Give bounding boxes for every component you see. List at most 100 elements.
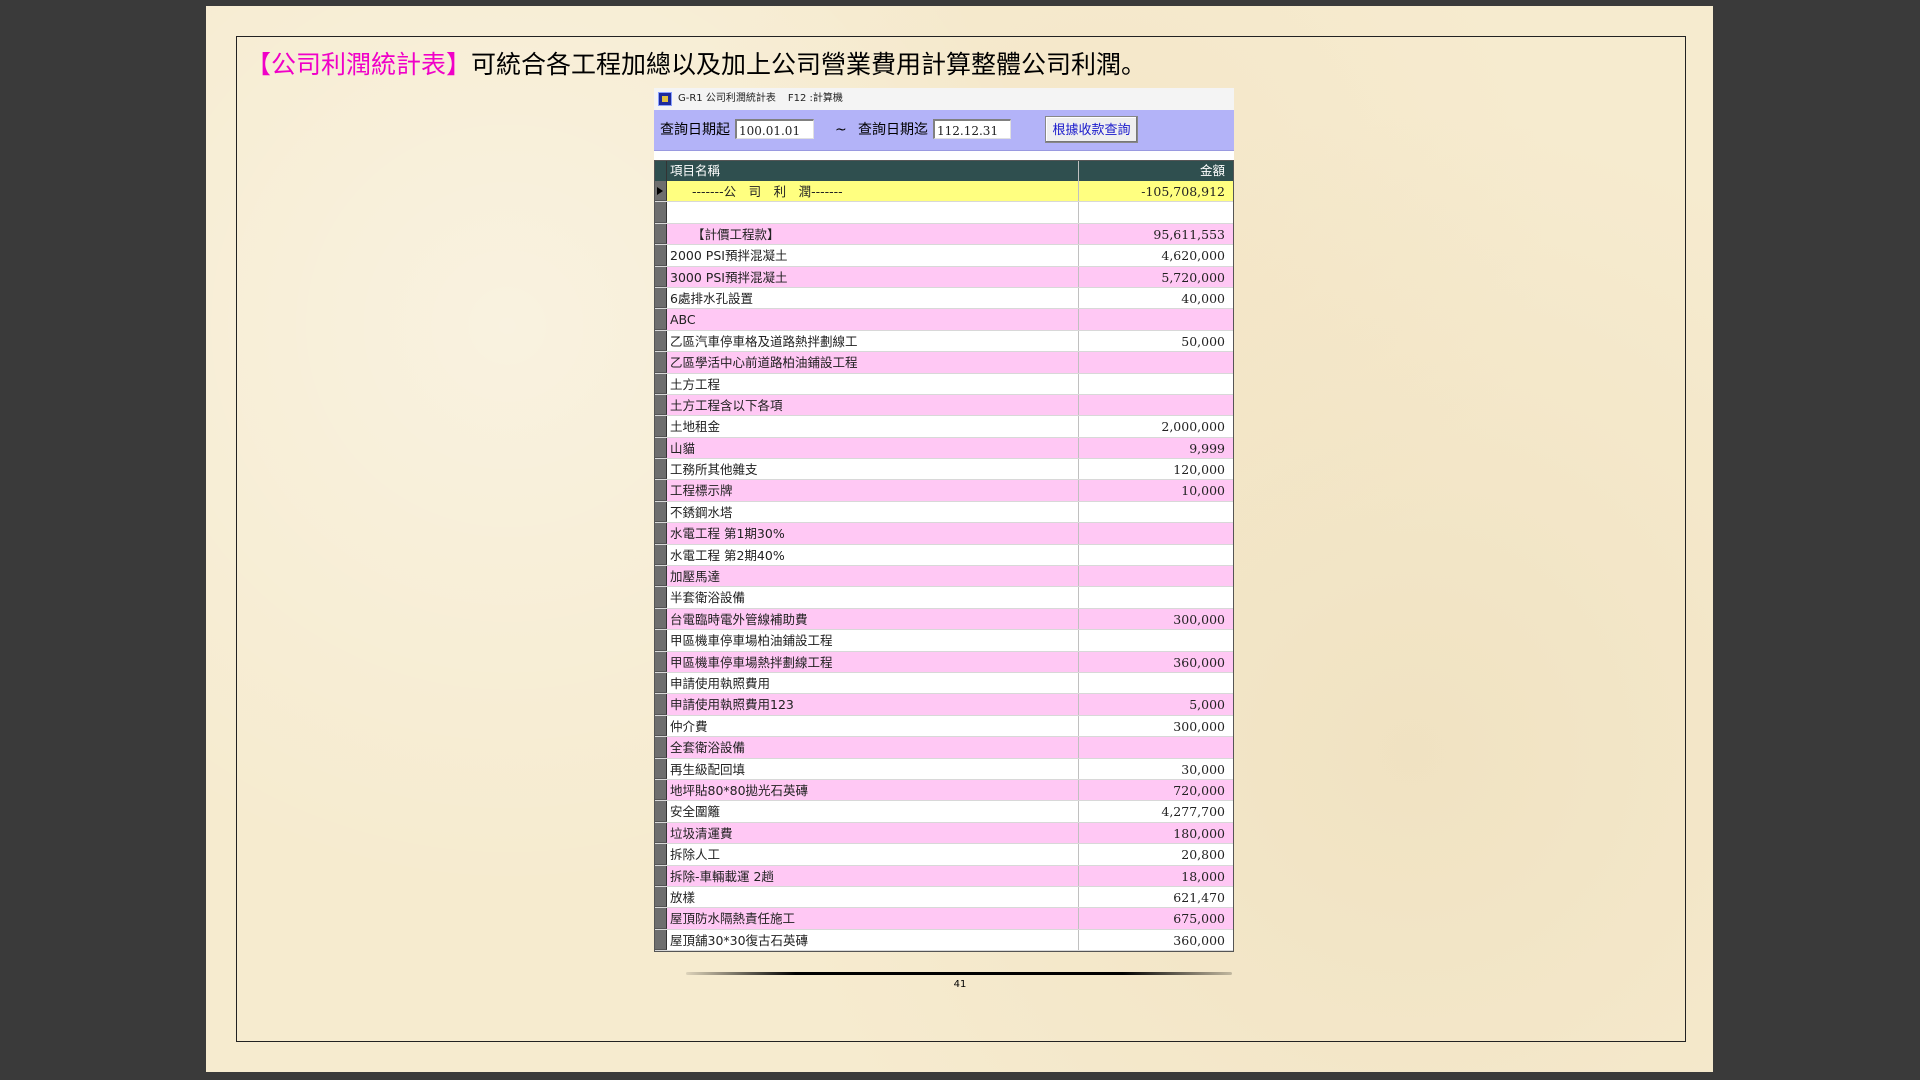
table-row[interactable]: 再生級配回填 30,000 [655,758,1233,780]
item-name-cell[interactable]: 3000 PSI預拌混凝土 [667,266,1079,287]
table-row[interactable]: 台電臨時電外管線補助費 300,000 [655,608,1233,631]
row-selector[interactable] [655,287,667,309]
amount-cell[interactable]: 50,000 [1079,331,1229,351]
current-row-indicator-icon[interactable] [655,181,667,202]
row-selector[interactable] [655,437,667,459]
item-name-cell[interactable]: 乙區汽車停車格及道路熱拌劃線工 [667,330,1079,352]
amount-cell[interactable]: 18,000 [1079,866,1229,886]
table-row[interactable] [655,202,1233,224]
row-selector[interactable] [655,245,667,266]
item-name-cell[interactable]: 山貓 [667,437,1079,459]
amount-cell[interactable] [1079,502,1229,522]
row-selector[interactable] [655,694,667,715]
item-name-cell[interactable]: 不銹鋼水塔 [667,501,1079,523]
row-selector[interactable] [655,330,667,352]
item-name-cell[interactable]: 甲區機車停車場柏油鋪設工程 [667,630,1079,651]
row-selector[interactable] [655,202,667,223]
item-name-cell[interactable]: 【計價工程款】 [667,223,1079,245]
amount-cell[interactable]: 300,000 [1079,609,1229,629]
table-row[interactable]: 土方工程含以下各項 [655,394,1233,417]
amount-cell[interactable]: 4,277,700 [1079,801,1229,821]
amount-cell[interactable]: 621,470 [1079,887,1229,907]
row-selector[interactable] [655,587,667,608]
amount-cell[interactable]: 675,000 [1079,908,1229,928]
amount-cell[interactable]: 10,000 [1079,480,1229,500]
row-selector[interactable] [655,672,667,694]
item-name-cell[interactable]: 拆除-車輛載運 2趟 [667,865,1079,886]
table-row[interactable]: 乙區汽車停車格及道路熱拌劃線工 50,000 [655,330,1233,353]
table-row[interactable]: 水電工程 第2期40% [655,544,1233,567]
item-name-cell[interactable]: 水電工程 第2期40% [667,544,1079,566]
row-selector[interactable] [655,779,667,801]
row-selector[interactable] [655,822,667,844]
row-selector[interactable] [655,266,667,287]
table-row[interactable]: 甲區機車停車場柏油鋪設工程 [655,630,1233,652]
item-name-cell[interactable]: 土方工程 [667,373,1079,394]
row-selector[interactable] [655,223,667,245]
item-name-cell[interactable]: 地坪貼80*80拋光石英磚 [667,779,1079,801]
amount-cell[interactable] [1079,374,1229,394]
amount-cell[interactable]: 2,000,000 [1079,416,1229,436]
table-row[interactable]: ABC [655,309,1233,331]
item-name-cell[interactable]: 台電臨時電外管線補助費 [667,608,1079,630]
table-row[interactable]: 水電工程 第1期30% [655,523,1233,545]
amount-cell[interactable]: 5,720,000 [1079,267,1229,287]
amount-cell[interactable] [1079,395,1229,415]
amount-cell[interactable]: 20,800 [1079,844,1229,864]
item-name-cell[interactable]: 甲區機車停車場熱拌劃線工程 [667,651,1079,672]
column-header-name[interactable]: 項目名稱 [667,161,1079,181]
table-row[interactable]: 工程標示牌 10,000 [655,480,1233,502]
amount-cell[interactable] [1079,202,1229,222]
row-selector[interactable] [655,566,667,587]
amount-cell[interactable]: 720,000 [1079,780,1229,800]
item-name-cell[interactable]: 申請使用執照費用 [667,672,1079,694]
amount-cell[interactable]: 120,000 [1079,459,1229,479]
table-row[interactable]: -------公 司 利 潤------- -105,708,912 [655,181,1233,203]
amount-cell[interactable] [1079,630,1229,650]
table-row[interactable]: 土方工程 [655,373,1233,395]
row-selector[interactable] [655,908,667,929]
amount-cell[interactable]: 300,000 [1079,716,1229,736]
item-name-cell[interactable]: 申請使用執照費用123 [667,694,1079,715]
amount-cell[interactable]: 360,000 [1079,652,1229,672]
table-row[interactable]: 仲介費 300,000 [655,715,1233,738]
item-name-cell[interactable]: 工務所其他雜支 [667,459,1079,480]
item-name-cell[interactable]: 屋頂防水隔熱責任施工 [667,908,1079,929]
table-row[interactable]: 放樣 621,470 [655,886,1233,909]
item-name-cell[interactable]: 屋頂舖30*30復古石英磚 [667,929,1079,951]
row-selector[interactable] [655,523,667,544]
table-row[interactable]: 申請使用執照費用123 5,000 [655,694,1233,716]
amount-cell[interactable]: 40,000 [1079,288,1229,308]
table-row[interactable]: 土地租金 2,000,000 [655,416,1233,438]
table-row[interactable]: 乙區學活中心前道路柏油鋪設工程 [655,352,1233,374]
item-name-cell[interactable]: 半套衛浴設備 [667,587,1079,608]
table-row[interactable]: 6處排水孔設置 40,000 [655,287,1233,310]
item-name-cell[interactable]: 仲介費 [667,715,1079,737]
item-name-cell[interactable]: ABC [667,309,1079,330]
row-selector[interactable] [655,309,667,330]
amount-cell[interactable]: 5,000 [1079,694,1229,714]
amount-cell[interactable] [1079,352,1229,372]
item-name-cell[interactable]: 全套衛浴設備 [667,737,1079,758]
table-row[interactable]: 全套衛浴設備 [655,737,1233,759]
row-selector[interactable] [655,929,667,951]
table-row[interactable]: 拆除人工 20,800 [655,844,1233,866]
row-selector[interactable] [655,737,667,758]
amount-cell[interactable]: 4,620,000 [1079,245,1229,265]
item-name-cell[interactable] [667,202,1079,223]
amount-cell[interactable]: 360,000 [1079,930,1229,950]
amount-cell[interactable]: 9,999 [1079,438,1229,458]
table-row[interactable]: 加壓馬達 [655,566,1233,588]
item-name-cell[interactable]: 垃圾清運費 [667,822,1079,844]
item-name-cell[interactable]: 土方工程含以下各項 [667,394,1079,416]
query-by-receipt-button[interactable]: 根據收款查詢 [1045,116,1138,143]
amount-cell[interactable] [1079,673,1229,693]
table-row[interactable]: 屋頂舖30*30復古石英磚 360,000 [655,929,1233,952]
row-selector[interactable] [655,394,667,416]
column-header-amount[interactable]: 金額 [1079,161,1229,181]
amount-cell[interactable] [1079,523,1229,543]
item-name-cell[interactable]: 放樣 [667,886,1079,908]
item-name-cell[interactable]: 2000 PSI預拌混凝土 [667,245,1079,266]
row-selector[interactable] [655,373,667,394]
row-selector[interactable] [655,758,667,779]
